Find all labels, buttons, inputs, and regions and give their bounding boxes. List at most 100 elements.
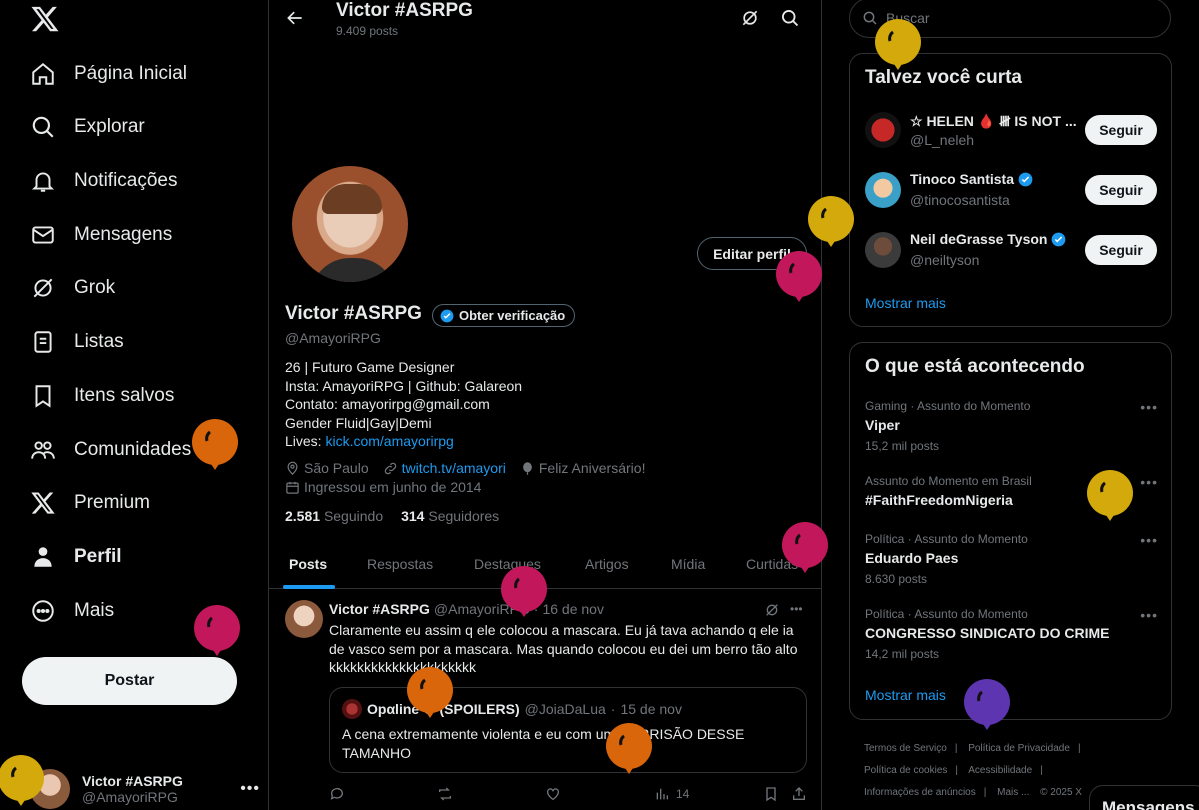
trend-context: Gaming · Assunto do Momento — [865, 399, 1031, 413]
footer-link[interactable]: Informações de anúncios — [864, 787, 976, 798]
get-verified-label: Obter verificação — [459, 308, 566, 323]
nav-label: Comunidades — [74, 439, 192, 460]
trends-card: O que está acontecendo Gaming · Assunto … — [849, 342, 1172, 720]
avatar-shirt — [310, 258, 396, 282]
avatar[interactable] — [285, 600, 323, 638]
more-dots-icon[interactable]: ••• — [1140, 399, 1158, 415]
follow-button[interactable]: Seguir — [1085, 175, 1157, 205]
bio-line: Contato: amayorirpg@gmail.com — [285, 396, 490, 412]
trend-topic: Eduardo Paes — [865, 550, 959, 566]
follow-button[interactable]: Seguir — [1085, 115, 1157, 145]
balloon-yellow-icon — [0, 755, 44, 806]
footer-link[interactable]: Acessibilidade — [968, 765, 1032, 776]
more-dots-icon[interactable]: ••• — [1140, 532, 1158, 548]
footer-link[interactable]: Política de cookies — [864, 765, 947, 776]
profile-avatar[interactable] — [289, 163, 411, 285]
tab-posts[interactable]: Posts — [289, 556, 327, 572]
nav-notifications[interactable]: Notificações — [30, 161, 178, 201]
tweet-date[interactable]: 16 de nov — [542, 601, 604, 617]
nav-grok[interactable]: Grok — [30, 268, 115, 308]
back-arrow-icon[interactable] — [285, 8, 305, 28]
x-logo-icon[interactable] — [30, 4, 60, 34]
nav-communities[interactable]: Comunidades — [30, 430, 191, 470]
suggested-account[interactable]: Tinoco Santista @tinocosantista Seguir — [865, 170, 1158, 210]
bookmark-button[interactable] — [763, 786, 779, 802]
suggested-account[interactable]: Neil deGrasse Tyson @neiltyson Seguir — [865, 230, 1158, 270]
more-dots-icon[interactable]: ••• — [1140, 607, 1158, 623]
trend-item[interactable]: Gaming · Assunto do Momento Viper 15,2 m… — [865, 399, 1158, 453]
post-count: 9.409 posts — [336, 24, 399, 38]
tweet-author-name[interactable]: Victor #ASRPG — [329, 601, 430, 617]
nav-lists[interactable]: Listas — [30, 322, 124, 362]
trend-count: 15,2 mil posts — [865, 439, 940, 453]
footer-link[interactable]: Termos de Serviço — [864, 743, 947, 754]
main-column: Victor #ASRPG 9.409 posts Editar perfil … — [268, 0, 822, 810]
tweet-top-icons: ••• — [764, 602, 803, 618]
trend-item[interactable]: Política · Assunto do Momento Eduardo Pa… — [865, 532, 1158, 586]
share-button[interactable] — [791, 786, 807, 802]
suggested-account-handle: @tinocosantista — [910, 192, 1010, 208]
trend-item[interactable]: Política · Assunto do Momento CONGRESSO … — [865, 607, 1158, 661]
nav-premium[interactable]: Premium — [30, 483, 150, 523]
nav-label: Listas — [74, 331, 124, 352]
get-verified-button[interactable]: Obter verificação — [432, 304, 576, 327]
nav-label: Mensagens — [74, 224, 173, 245]
bio-prefix: Lives: — [285, 433, 326, 449]
footer-link[interactable]: Política de Privacidade — [968, 743, 1070, 754]
nav-home[interactable]: Página Inicial — [30, 54, 187, 94]
verified-badge-icon — [1018, 172, 1033, 186]
balloon-yellow-icon — [1087, 470, 1133, 521]
followers-label: Seguidores — [428, 508, 500, 524]
nav-label: Página Inicial — [74, 63, 188, 84]
verified-badge-icon — [440, 309, 454, 322]
followers-link[interactable]: 314 Seguidores — [401, 508, 499, 524]
quote-tweet[interactable]: Opαline ☾ (SPOILERS) @JoiaDaLua · 15 de … — [329, 687, 807, 773]
trend-topic: Viper — [865, 417, 900, 433]
website-link[interactable]: twitch.tv/amayori — [402, 460, 506, 476]
tab-replies[interactable]: Respostas — [367, 556, 433, 572]
search-icon[interactable] — [780, 8, 800, 28]
footer-link[interactable]: Mais ... — [997, 787, 1029, 798]
trend-context: Política · Assunto do Momento — [865, 532, 1028, 546]
avatar — [865, 112, 901, 148]
grok-icon[interactable] — [764, 602, 780, 618]
nav-messages[interactable]: Mensagens — [30, 215, 172, 255]
trends-show-more-link[interactable]: Mostrar mais — [865, 687, 946, 703]
reply-icon — [330, 788, 343, 800]
like-button[interactable] — [545, 786, 561, 802]
nav-bookmarks[interactable]: Itens salvos — [30, 376, 174, 416]
following-link[interactable]: 2.581 Seguindo — [285, 508, 383, 524]
more-dots-icon[interactable]: ••• — [790, 602, 803, 618]
profile-handle: @AmayoriRPG — [285, 330, 381, 346]
reply-button[interactable] — [329, 786, 345, 802]
nav-profile[interactable]: Perfil — [30, 537, 122, 577]
account-switcher[interactable]: Victor #ASRPG @AmayoriRPG ••• — [30, 768, 260, 810]
follow-stats: 2.581 Seguindo 314 Seguidores — [285, 508, 499, 524]
suggested-account[interactable]: ☆ HELEN 🩸 𝍸 IS NOT ... @L_neleh Seguir — [865, 110, 1158, 150]
link-icon — [384, 462, 396, 474]
grok-icon[interactable] — [740, 8, 760, 28]
tab-media[interactable]: Mídia — [671, 556, 705, 572]
messages-drawer[interactable]: Mensagens — [1089, 785, 1199, 810]
profile-name: Victor #ASRPG — [285, 303, 422, 324]
verified-badge-icon — [1052, 232, 1066, 246]
nav-more[interactable]: Mais — [30, 591, 114, 631]
nav-label: Premium — [74, 492, 151, 513]
footer-separator: | — [955, 765, 958, 776]
tweet-text: Claramente eu assim q ele colocou a masc… — [329, 622, 798, 675]
more-dots-icon[interactable]: ••• — [1140, 474, 1158, 490]
balloon-purple-icon — [964, 679, 1010, 730]
nav-explore[interactable]: Explorar — [30, 107, 145, 147]
share-icon — [793, 787, 805, 800]
bio-link[interactable]: kick.com/amayorirpg — [325, 433, 453, 449]
repost-button[interactable] — [437, 786, 453, 802]
tab-articles[interactable]: Artigos — [585, 556, 629, 572]
account-name: Victor #ASRPG — [82, 773, 183, 789]
show-more-link[interactable]: Mostrar mais — [865, 295, 946, 311]
footer-separator: | — [983, 787, 987, 798]
follow-button[interactable]: Seguir — [1085, 235, 1157, 265]
views-button[interactable]: 14 — [654, 786, 689, 802]
nav-label: Notificações — [74, 170, 178, 191]
account-names: Victor #ASRPG @AmayoriRPG — [82, 773, 183, 805]
post-button[interactable]: Postar — [22, 657, 237, 705]
